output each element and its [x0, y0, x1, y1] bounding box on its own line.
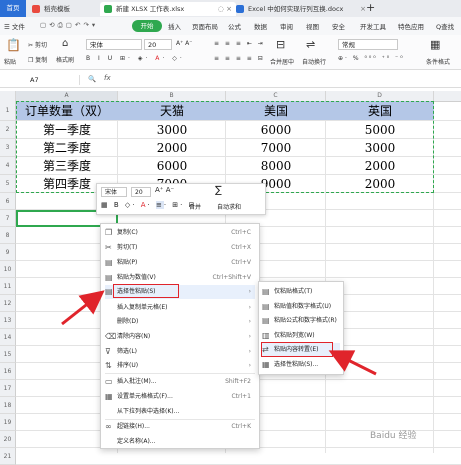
- arrow-to-transpose: [328, 350, 377, 376]
- annotation-arrows: [61, 290, 377, 376]
- watermark: Baidu 经验: [370, 431, 417, 441]
- arrow-to-paste-special: [61, 290, 105, 326]
